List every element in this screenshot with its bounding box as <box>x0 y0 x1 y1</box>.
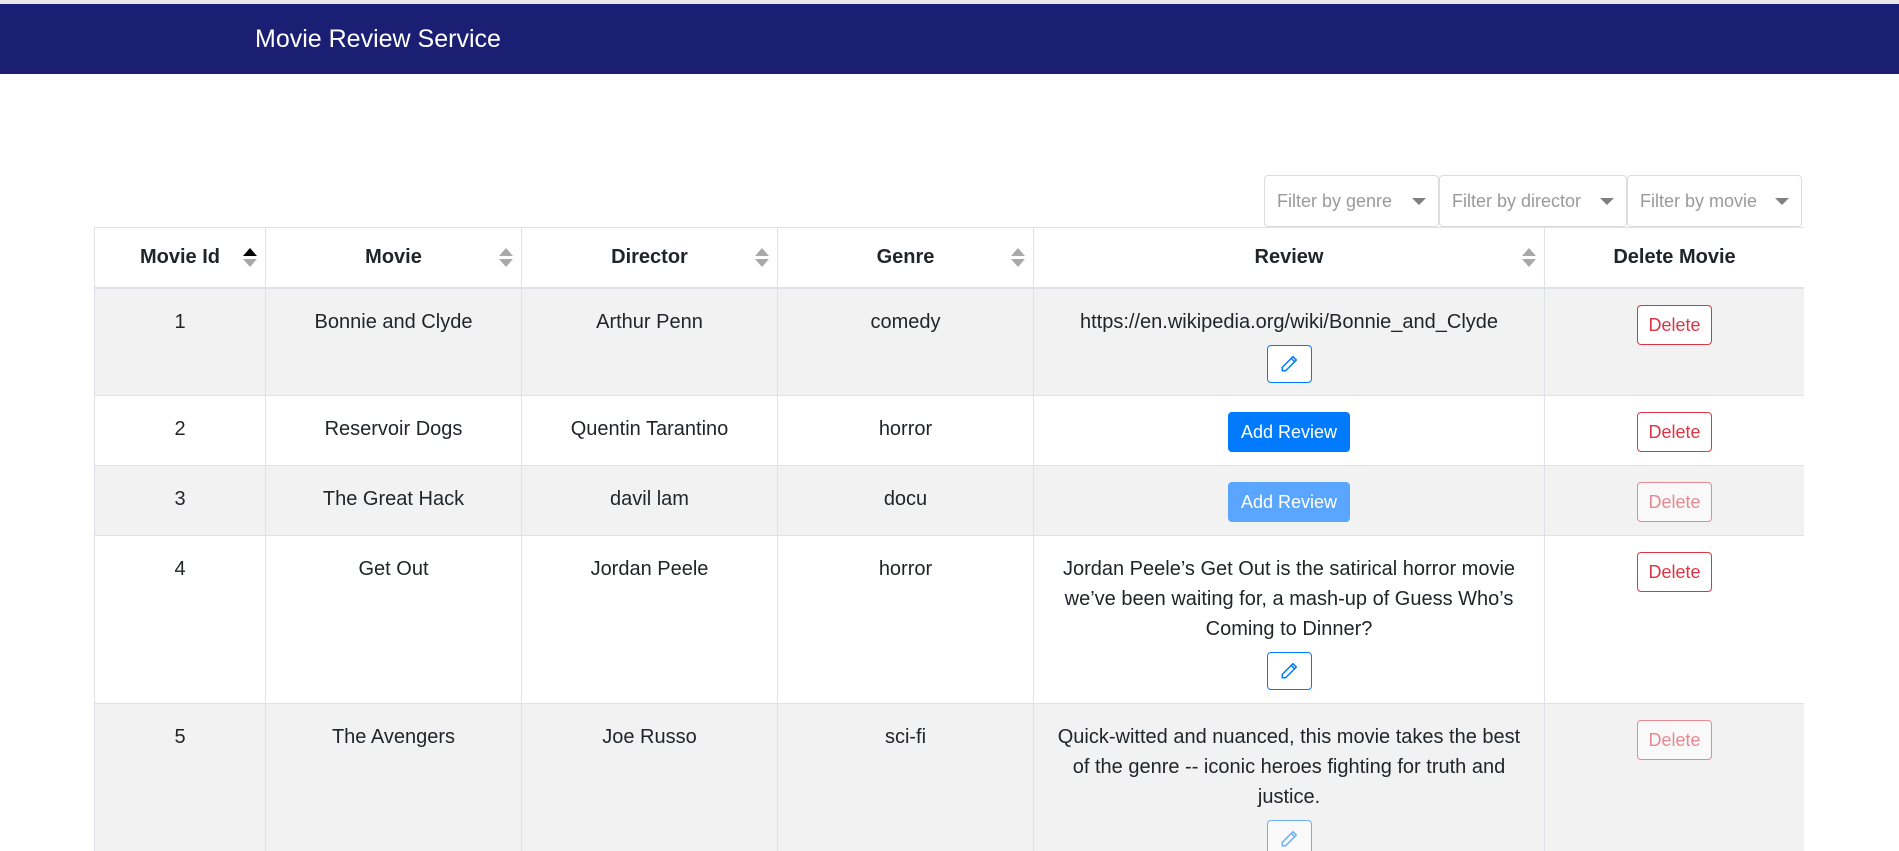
director-filter-placeholder: Filter by director <box>1452 190 1582 211</box>
chevron-down-icon <box>1775 197 1789 205</box>
cell-review: Jordan Peele’s Get Out is the satirical … <box>1033 535 1545 704</box>
column-header-label: Movie <box>365 245 422 268</box>
genre-filter-dropdown[interactable]: Filter by genre <box>1264 175 1439 227</box>
cell-review: Add Review <box>1033 465 1545 536</box>
column-header-label: Genre <box>876 245 935 268</box>
sort-icon[interactable] <box>1522 248 1536 268</box>
cell-genre: comedy <box>777 287 1034 396</box>
pencil-icon <box>1281 830 1298 847</box>
delete-button[interactable]: Delete <box>1637 482 1712 522</box>
cell-genre: sci-fi <box>777 703 1034 851</box>
cell-delete: Delete <box>1544 287 1804 396</box>
table-row: 5 The Avengers Joe Russo sci-fi Quick-wi… <box>94 703 1804 851</box>
cell-movie-id: 5 <box>94 703 266 851</box>
movie-filter-placeholder: Filter by movie <box>1640 190 1758 211</box>
cell-genre: horror <box>777 395 1034 466</box>
navbar: Movie Review Service <box>0 4 1899 74</box>
cell-delete: Delete <box>1544 703 1804 851</box>
cell-director: Arthur Penn <box>521 287 778 396</box>
column-header-label: Director <box>611 245 688 268</box>
cell-movie-id: 1 <box>94 287 266 396</box>
add-review-button[interactable]: Add Review <box>1227 482 1351 522</box>
cell-director: Jordan Peele <box>521 535 778 704</box>
delete-button[interactable]: Delete <box>1637 304 1712 345</box>
review-text: Jordan Peele’s Get Out is the satirical … <box>1062 558 1516 640</box>
cell-movie: Bonnie and Clyde <box>265 287 522 396</box>
cell-delete: Delete <box>1544 465 1804 536</box>
cell-movie: Get Out <box>265 535 522 704</box>
cell-movie: The Great Hack <box>265 465 522 536</box>
cell-movie-id: 2 <box>94 395 266 466</box>
movies-table-container: Movie Id Movie Director Genre Review Del… <box>94 227 1804 851</box>
sort-icon[interactable] <box>755 248 769 268</box>
cell-director: davil lam <box>521 465 778 536</box>
cell-movie: The Avengers <box>265 703 522 851</box>
column-header-movie[interactable]: Movie <box>265 227 522 289</box>
filter-bar: Filter by genre Filter by director Filte… <box>1264 175 1802 227</box>
sort-icon[interactable] <box>243 248 257 268</box>
edit-review-button[interactable] <box>1266 820 1312 851</box>
edit-review-button[interactable] <box>1266 344 1312 383</box>
movies-table: Movie Id Movie Director Genre Review Del… <box>94 227 1804 851</box>
review-text: https://en.wikipedia.org/wiki/Bonnie_and… <box>1079 310 1499 333</box>
column-header-genre[interactable]: Genre <box>777 227 1034 289</box>
review-text: Quick-witted and nuanced, this movie tak… <box>1057 726 1521 808</box>
cell-director: Quentin Tarantino <box>521 395 778 466</box>
cell-movie: Reservoir Dogs <box>265 395 522 466</box>
table-header-row: Movie Id Movie Director Genre Review Del… <box>94 227 1804 289</box>
cell-director: Joe Russo <box>521 703 778 851</box>
column-header-label: Delete Movie <box>1613 245 1736 268</box>
sort-icon[interactable] <box>1011 248 1025 268</box>
cell-review: Add Review <box>1033 395 1545 466</box>
page: Movie Review Service Filter by genre Fil… <box>0 0 1899 851</box>
edit-review-button[interactable] <box>1266 652 1312 690</box>
cell-movie-id: 3 <box>94 465 266 536</box>
table-row: 2 Reservoir Dogs Quentin Tarantino horro… <box>94 395 1804 466</box>
column-header-delete-movie: Delete Movie <box>1544 227 1804 289</box>
cell-delete: Delete <box>1544 395 1804 466</box>
cell-delete: Delete <box>1544 535 1804 704</box>
cell-movie-id: 4 <box>94 535 266 704</box>
column-header-label: Movie Id <box>139 245 220 268</box>
cell-review: https://en.wikipedia.org/wiki/Bonnie_and… <box>1033 287 1545 396</box>
cell-genre: docu <box>777 465 1034 536</box>
genre-filter-placeholder: Filter by genre <box>1277 190 1393 211</box>
delete-button[interactable]: Delete <box>1637 720 1712 760</box>
column-header-director[interactable]: Director <box>521 227 778 289</box>
pencil-icon <box>1281 355 1298 371</box>
table-row: 4 Get Out Jordan Peele horror Jordan Pee… <box>94 535 1804 704</box>
delete-button[interactable]: Delete <box>1637 552 1712 592</box>
cell-review: Quick-witted and nuanced, this movie tak… <box>1033 703 1545 851</box>
pencil-icon <box>1281 662 1298 679</box>
column-header-review[interactable]: Review <box>1033 227 1545 289</box>
table-row: 3 The Great Hack davil lam docu Add Revi… <box>94 465 1804 536</box>
column-header-movie-id[interactable]: Movie Id <box>94 227 266 289</box>
cell-genre: horror <box>777 535 1034 704</box>
column-header-label: Review <box>1254 245 1324 268</box>
movie-filter-dropdown[interactable]: Filter by movie <box>1627 175 1802 227</box>
chevron-down-icon <box>1412 197 1426 205</box>
sort-icon[interactable] <box>499 248 513 268</box>
add-review-button[interactable]: Add Review <box>1227 412 1351 452</box>
delete-button[interactable]: Delete <box>1637 412 1712 452</box>
app-title[interactable]: Movie Review Service <box>255 24 501 54</box>
director-filter-dropdown[interactable]: Filter by director <box>1439 175 1627 227</box>
chevron-down-icon <box>1600 197 1614 205</box>
table-row: 1 Bonnie and Clyde Arthur Penn comedy ht… <box>94 287 1804 396</box>
